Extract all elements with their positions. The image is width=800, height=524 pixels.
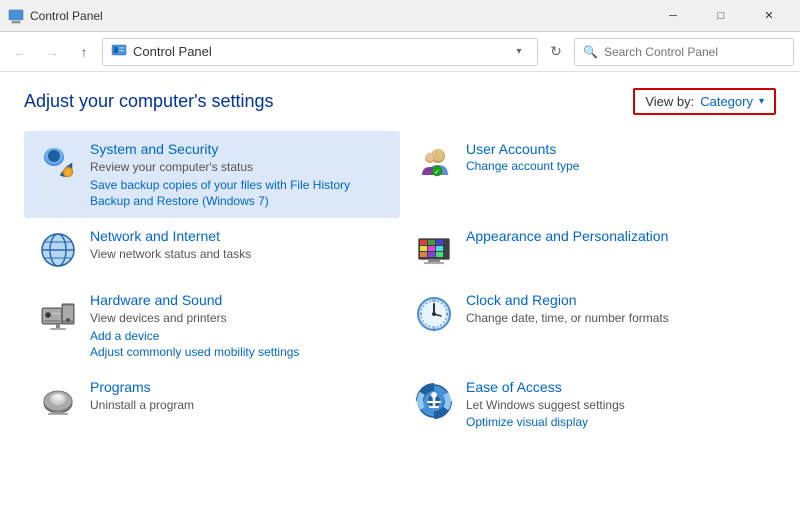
category-system-security[interactable]: ! System and Security Review your comput… <box>24 131 400 218</box>
category-user-accounts[interactable]: ✓ User Accounts Change account type <box>400 131 776 218</box>
search-input[interactable] <box>604 45 785 59</box>
window-title: Control Panel <box>30 9 650 23</box>
up-button[interactable]: ↑ <box>70 38 98 66</box>
category-ease-access[interactable]: Ease of Access Let Windows suggest setti… <box>400 369 776 440</box>
clock-region-subtitle: Change date, time, or number formats <box>466 310 669 327</box>
svg-text:✓: ✓ <box>434 169 440 176</box>
ease-access-icon <box>412 379 456 423</box>
programs-subtitle: Uninstall a program <box>90 397 194 414</box>
breadcrumb-dropdown[interactable]: ▾ <box>509 42 529 62</box>
view-by-dropdown-icon[interactable]: ▾ <box>759 96 764 107</box>
title-bar: Control Panel ─ □ ✕ <box>0 0 800 32</box>
address-input[interactable]: Control Panel ▾ <box>102 38 538 66</box>
user-accounts-link-1[interactable]: Change account type <box>466 159 579 173</box>
clock-region-title[interactable]: Clock and Region <box>466 292 669 308</box>
ease-access-subtitle: Let Windows suggest settings <box>466 397 625 414</box>
clock-region-text: Clock and Region Change date, time, or n… <box>466 292 669 327</box>
network-internet-icon <box>36 228 80 272</box>
appearance-icon <box>412 228 456 272</box>
category-clock-region[interactable]: 12 3 6 9 Clock and Region Change date, t… <box>400 282 776 369</box>
search-box[interactable]: 🔍 <box>574 38 794 66</box>
minimize-button[interactable]: ─ <box>650 0 696 32</box>
back-button[interactable]: ← <box>6 38 34 66</box>
address-bar: ← → ↑ Control Panel ▾ ↻ 🔍 <box>0 32 800 72</box>
view-by-container[interactable]: View by: Category ▾ <box>633 88 776 115</box>
refresh-button[interactable]: ↻ <box>542 38 570 66</box>
svg-text:12: 12 <box>432 298 437 303</box>
hardware-sound-text: Hardware and Sound View devices and prin… <box>90 292 299 359</box>
main-content: Adjust your computer's settings View by:… <box>0 72 800 455</box>
breadcrumb-text: Control Panel <box>133 44 509 59</box>
hardware-sound-title[interactable]: Hardware and Sound <box>90 292 299 308</box>
programs-text: Programs Uninstall a program <box>90 379 194 414</box>
svg-text:!: ! <box>67 170 69 177</box>
appearance-text: Appearance and Personalization <box>466 228 668 244</box>
network-internet-title[interactable]: Network and Internet <box>90 228 251 244</box>
hardware-sound-icon <box>36 292 80 336</box>
category-appearance[interactable]: Appearance and Personalization <box>400 218 776 282</box>
programs-icon <box>36 379 80 423</box>
system-security-text: System and Security Review your computer… <box>90 141 350 208</box>
maximize-button[interactable]: □ <box>698 0 744 32</box>
appearance-title[interactable]: Appearance and Personalization <box>466 228 668 244</box>
system-security-link-1[interactable]: Save backup copies of your files with Fi… <box>90 178 350 192</box>
user-accounts-text: User Accounts Change account type <box>466 141 579 173</box>
hardware-sound-link-1[interactable]: Add a device <box>90 329 299 343</box>
system-security-title[interactable]: System and Security <box>90 141 350 157</box>
hardware-sound-subtitle: View devices and printers <box>90 310 299 327</box>
category-hardware-sound[interactable]: Hardware and Sound View devices and prin… <box>24 282 400 369</box>
clock-region-icon: 12 3 6 9 <box>412 292 456 336</box>
view-by-value[interactable]: Category <box>700 94 753 109</box>
close-button[interactable]: ✕ <box>746 0 792 32</box>
forward-button[interactable]: → <box>38 38 66 66</box>
programs-title[interactable]: Programs <box>90 379 194 395</box>
view-by-label: View by: <box>645 94 694 109</box>
network-internet-subtitle: View network status and tasks <box>90 246 251 263</box>
system-security-subtitle: Review your computer's status <box>90 159 350 176</box>
category-network-internet[interactable]: Network and Internet View network status… <box>24 218 400 282</box>
ease-access-link-1[interactable]: Optimize visual display <box>466 415 625 429</box>
user-accounts-icon: ✓ <box>412 141 456 185</box>
system-security-link-2[interactable]: Backup and Restore (Windows 7) <box>90 194 350 208</box>
search-icon: 🔍 <box>583 45 598 59</box>
hardware-sound-link-2[interactable]: Adjust commonly used mobility settings <box>90 345 299 359</box>
category-programs[interactable]: Programs Uninstall a program <box>24 369 400 440</box>
address-icon <box>111 42 127 61</box>
system-security-icon: ! <box>36 141 80 185</box>
categories-grid: ! System and Security Review your comput… <box>24 131 776 439</box>
page-title: Adjust your computer's settings <box>24 91 274 112</box>
main-header: Adjust your computer's settings View by:… <box>24 88 776 115</box>
user-accounts-title[interactable]: User Accounts <box>466 141 579 157</box>
ease-access-title[interactable]: Ease of Access <box>466 379 625 395</box>
network-internet-text: Network and Internet View network status… <box>90 228 251 263</box>
ease-access-text: Ease of Access Let Windows suggest setti… <box>466 379 625 430</box>
window-controls: ─ □ ✕ <box>650 0 792 32</box>
app-icon <box>8 8 24 24</box>
